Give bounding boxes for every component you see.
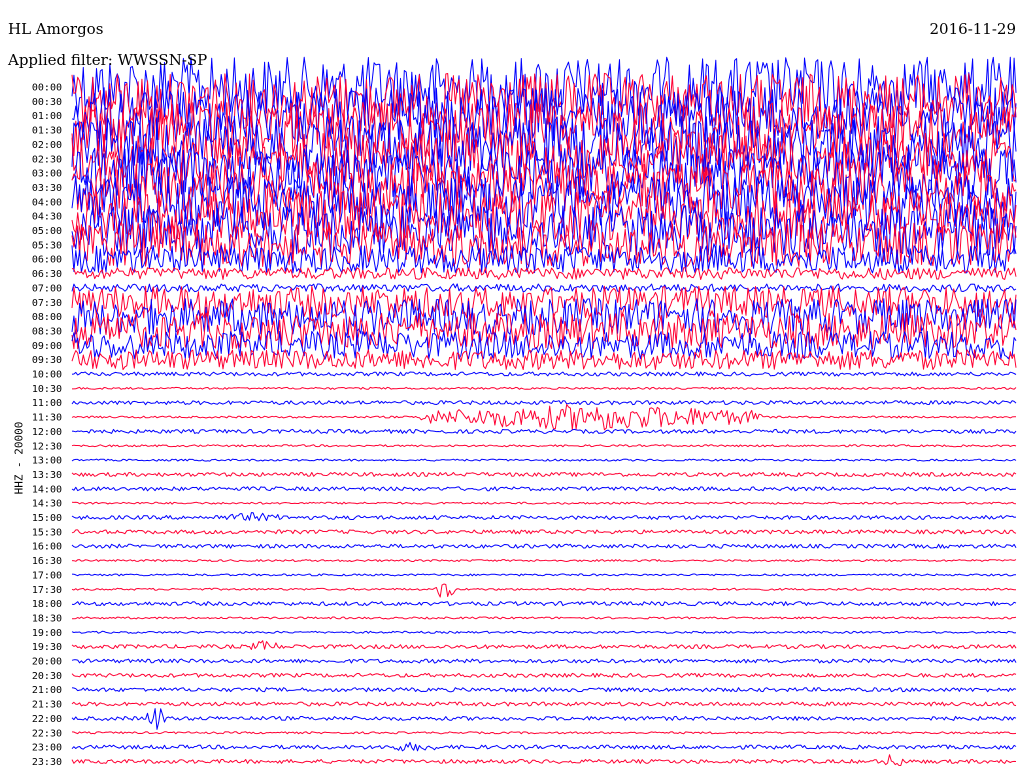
time-label: 23:30 bbox=[32, 757, 62, 768]
time-label: 01:30 bbox=[32, 126, 62, 137]
time-label: 10:00 bbox=[32, 370, 62, 381]
time-label: 00:30 bbox=[32, 97, 62, 108]
trace-1630 bbox=[71, 559, 1017, 562]
time-label: 15:30 bbox=[32, 527, 62, 538]
time-label: 03:30 bbox=[32, 183, 62, 194]
trace-1430 bbox=[71, 501, 1017, 505]
time-label: 23:00 bbox=[32, 743, 62, 754]
trace-2200 bbox=[71, 708, 1017, 730]
channel-label: HHZ - 20000 bbox=[12, 408, 26, 508]
trace-1200 bbox=[71, 428, 1017, 434]
trace-0630 bbox=[71, 267, 1017, 280]
time-label: 04:00 bbox=[32, 197, 62, 208]
time-label: 09:30 bbox=[32, 355, 62, 366]
trace-2230 bbox=[71, 731, 1017, 735]
trace-0700 bbox=[71, 283, 1017, 293]
time-label: 12:30 bbox=[32, 441, 62, 452]
trace-1900 bbox=[71, 630, 1017, 634]
trace-1130 bbox=[71, 404, 1017, 431]
time-label: 21:00 bbox=[32, 685, 62, 696]
time-label: 17:30 bbox=[32, 585, 62, 596]
trace-1700 bbox=[71, 573, 1017, 577]
time-label: 16:30 bbox=[32, 556, 62, 567]
trace-1800 bbox=[71, 601, 1017, 607]
time-label: 13:30 bbox=[32, 470, 62, 481]
time-label: 20:00 bbox=[32, 657, 62, 668]
time-label: 08:30 bbox=[32, 326, 62, 337]
time-label: 01:00 bbox=[32, 111, 62, 122]
time-label: 22:00 bbox=[32, 714, 62, 725]
trace-1930 bbox=[71, 640, 1017, 650]
trace-1100 bbox=[71, 400, 1017, 406]
time-label: 11:00 bbox=[32, 398, 62, 409]
time-label: 18:00 bbox=[32, 599, 62, 610]
trace-2000 bbox=[71, 658, 1017, 664]
time-label: 22:30 bbox=[32, 728, 62, 739]
time-label: 09:00 bbox=[32, 341, 62, 352]
trace-1000 bbox=[71, 371, 1017, 377]
trace-1330 bbox=[71, 472, 1017, 477]
trace-1030 bbox=[72, 386, 1017, 390]
time-label: 12:00 bbox=[32, 427, 62, 438]
time-label: 16:00 bbox=[32, 542, 62, 553]
trace-1400 bbox=[71, 486, 1017, 492]
time-label: 11:30 bbox=[32, 413, 62, 424]
time-label: 17:00 bbox=[32, 570, 62, 581]
time-label: 21:30 bbox=[32, 700, 62, 711]
time-label: 19:00 bbox=[32, 628, 62, 639]
channel-label-text: HHZ - 20000 bbox=[12, 421, 26, 495]
trace-2130 bbox=[71, 701, 1017, 707]
traces-layer bbox=[71, 56, 1017, 766]
trace-0800 bbox=[71, 298, 1017, 336]
time-label: 14:00 bbox=[32, 484, 62, 495]
time-label: 03:00 bbox=[32, 169, 62, 180]
seismogram-plot: 00:00 00:30 01:00 01:30 02:00 02:30 03:00 03:30… bbox=[32, 56, 1017, 768]
time-label: 06:30 bbox=[32, 269, 62, 280]
time-label: 18:30 bbox=[32, 613, 62, 624]
trace-2100 bbox=[71, 687, 1017, 693]
time-label: 04:30 bbox=[32, 212, 62, 223]
trace-2030 bbox=[71, 672, 1017, 678]
trace-1730 bbox=[71, 583, 1016, 598]
time-label: 02:00 bbox=[32, 140, 62, 151]
trace-1230 bbox=[71, 444, 1017, 448]
date-label: 2016-11-29 bbox=[929, 20, 1016, 38]
time-label: 10:30 bbox=[32, 384, 62, 395]
station-title: HL Amorgos bbox=[8, 20, 104, 38]
trace-1830 bbox=[71, 616, 1017, 620]
trace-1300 bbox=[71, 458, 1017, 462]
time-label: 06:00 bbox=[32, 255, 62, 266]
time-label: 08:00 bbox=[32, 312, 62, 323]
time-label: 05:30 bbox=[32, 240, 62, 251]
filter-label: Applied filter: WWSSN-SP bbox=[8, 51, 208, 69]
time-label: 02:30 bbox=[32, 154, 62, 165]
time-label: 19:30 bbox=[32, 642, 62, 653]
time-label: 13:00 bbox=[32, 456, 62, 467]
trace-1500 bbox=[71, 512, 1017, 522]
trace-1530 bbox=[71, 529, 1017, 535]
time-labels-layer: 00:00 00:30 01:00 01:30 02:00 02:30 03:00 03:30… bbox=[32, 83, 62, 768]
trace-2330 bbox=[71, 754, 1017, 766]
trace-1600 bbox=[71, 543, 1017, 549]
time-label: 07:00 bbox=[32, 283, 62, 294]
time-label: 15:00 bbox=[32, 513, 62, 524]
time-label: 20:30 bbox=[32, 671, 62, 682]
trace-2300 bbox=[71, 741, 1017, 752]
time-label: 07:30 bbox=[32, 298, 62, 309]
time-label: 05:00 bbox=[32, 226, 62, 237]
time-label: 14:30 bbox=[32, 499, 62, 510]
time-label: 00:00 bbox=[32, 83, 62, 94]
